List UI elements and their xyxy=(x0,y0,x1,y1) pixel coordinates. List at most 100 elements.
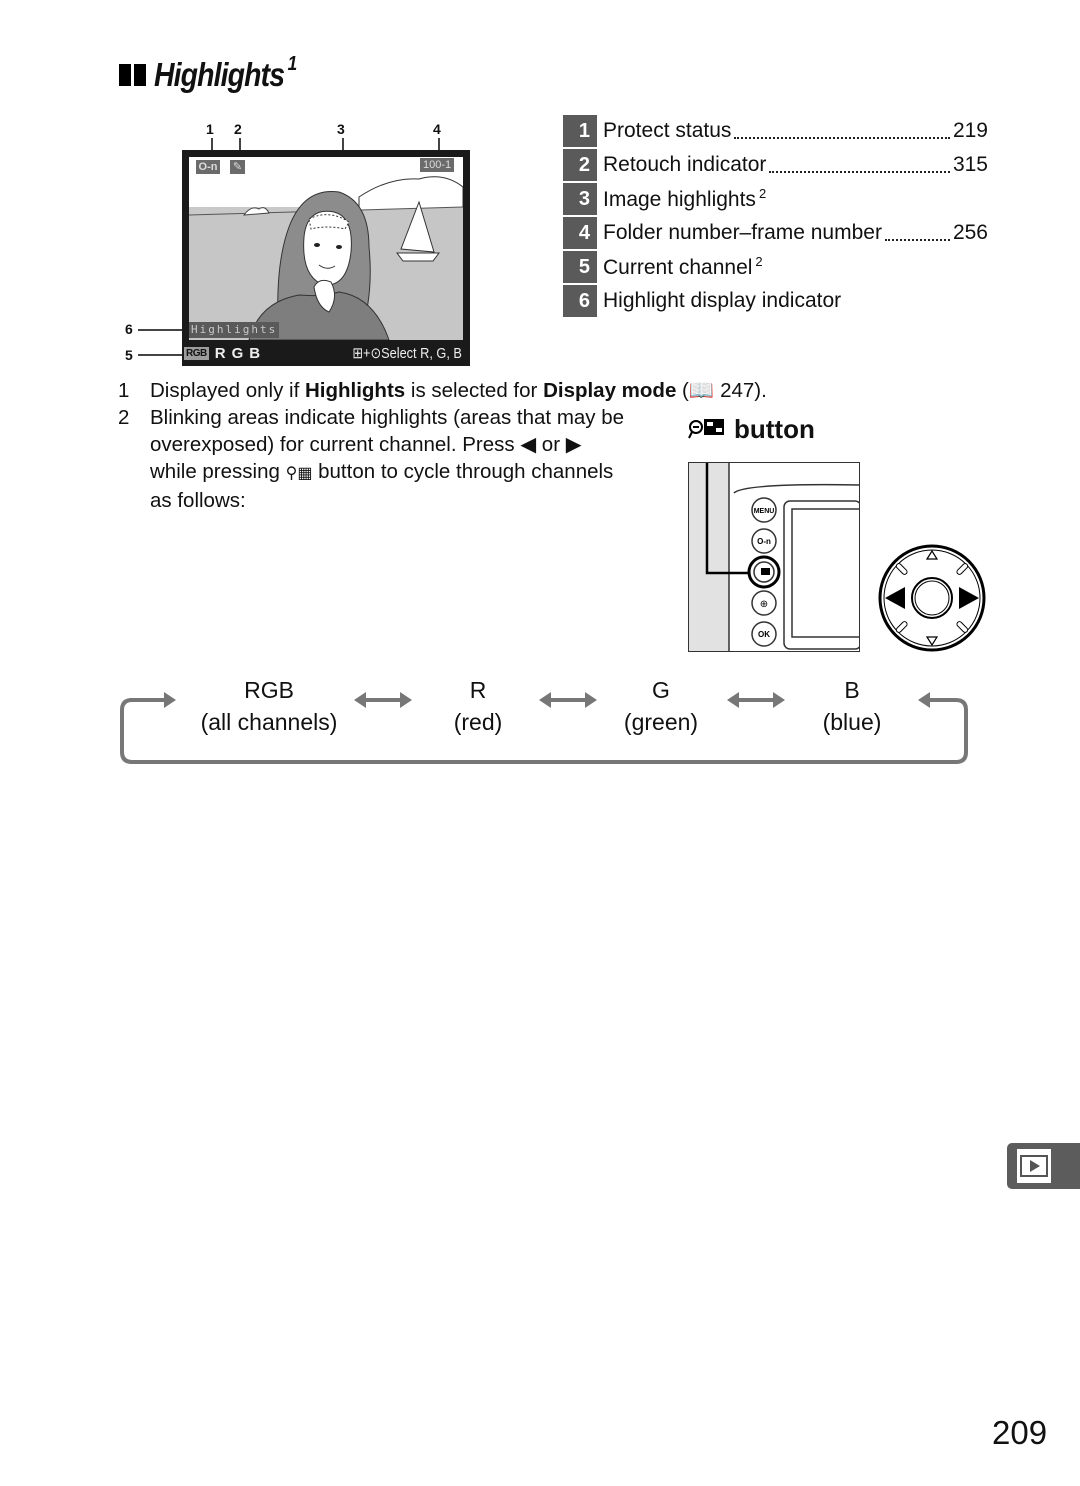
footnote-text: Displayed only if Highlights is selected… xyxy=(150,377,767,404)
playback-section-tab[interactable] xyxy=(1007,1143,1080,1189)
channel-b: B xyxy=(249,344,261,362)
legend-item: 2 Retouch indicator 315 xyxy=(563,148,988,182)
channel-red: R (red) xyxy=(428,674,528,738)
current-channel-chip: RGB xyxy=(184,346,209,360)
legend-footnote-ref: 2 xyxy=(755,254,763,269)
zoom-out-thumbnail-icon: ⚲▦ xyxy=(285,465,313,482)
text: button to cycle through channels xyxy=(312,460,614,483)
section-title: Highlights 1 xyxy=(119,53,319,94)
text: is selected for xyxy=(405,379,544,402)
legend-page-ref[interactable]: 219 xyxy=(953,119,988,143)
section-bars-icon xyxy=(119,64,146,86)
legend-number: 5 xyxy=(563,251,597,283)
text-line: as follows: xyxy=(150,489,246,512)
right-arrow-icon: ▶ xyxy=(565,433,582,456)
svg-text:OK: OK xyxy=(758,630,770,639)
channel-desc: (green) xyxy=(623,709,699,735)
legend-number: 4 xyxy=(563,217,597,249)
channel-desc: (all channels) xyxy=(200,709,338,735)
bold-term: Display mode xyxy=(543,379,677,402)
legend-number: 1 xyxy=(563,115,597,147)
title-footnote-ref: 1 xyxy=(287,53,298,75)
callout-2: 2 xyxy=(234,121,242,137)
svg-text:⊕: ⊕ xyxy=(760,599,768,610)
legend-label: Protect status xyxy=(603,119,731,143)
legend-label: Folder number–frame number xyxy=(603,221,882,245)
legend-number: 3 xyxy=(563,183,597,215)
camera-back-illustration: MENU O-n ⊕ OK xyxy=(688,462,860,652)
button-heading-label: button xyxy=(734,414,815,444)
text: or xyxy=(536,433,566,456)
bold-term: Highlights xyxy=(304,379,406,402)
footnotes: 1 Displayed only if Highlights is select… xyxy=(118,377,767,514)
legend-item: 6 Highlight display indicator xyxy=(563,284,988,318)
legend-label-text: Image highlights xyxy=(603,188,756,211)
callout-4: 4 xyxy=(433,121,441,137)
title-label: Highlights xyxy=(154,56,285,93)
playback-screen: O-n ✎ 100-1 Highlights RGB R G B ⊞+⊙Sele… xyxy=(182,150,470,366)
section-title-text: Highlights 1 xyxy=(154,53,298,94)
callout-line-5 xyxy=(138,354,186,356)
callout-legend: 1 Protect status 219 2 Retouch indicator… xyxy=(563,114,988,318)
leader-dots xyxy=(734,137,950,139)
legend-label: Retouch indicator xyxy=(603,153,766,177)
callout-5: 5 xyxy=(125,347,133,363)
channel-bar: RGB R G B ⊞+⊙Select R, G, B xyxy=(182,340,470,366)
footnote-2: 2 Blinking areas indicate highlights (ar… xyxy=(118,404,767,514)
sample-photo xyxy=(189,157,463,340)
select-hint: ⊞+⊙Select R, G, B xyxy=(352,345,462,362)
legend-page-ref[interactable]: 256 xyxy=(953,221,988,245)
legend-item: 3 Image highlights 2 xyxy=(563,182,988,216)
footnote-number: 1 xyxy=(118,379,130,402)
legend-page-ref[interactable]: 315 xyxy=(953,153,988,177)
footnote-1: 1 Displayed only if Highlights is select… xyxy=(118,377,767,404)
zoom-out-thumbnail-icon xyxy=(688,418,724,438)
multi-selector-dpad xyxy=(877,543,987,653)
retouch-icon: ✎ xyxy=(230,160,245,174)
channel-code: R xyxy=(469,677,487,703)
legend-label: Highlight display indicator xyxy=(603,289,841,313)
highlight-display-indicator: Highlights xyxy=(189,322,280,338)
legend-item: 1 Protect status 219 xyxy=(563,114,988,148)
page-number: 209 xyxy=(992,1414,1048,1451)
legend-number: 6 xyxy=(563,285,597,317)
footnote-text: Blinking areas indicate highlights (area… xyxy=(150,404,670,514)
text-line: while pressing ⚲▦ button to cycle throug… xyxy=(150,458,670,487)
callout-3: 3 xyxy=(337,121,345,137)
legend-label-text: Current channel xyxy=(603,256,753,279)
text: Displayed only if xyxy=(150,379,305,402)
channel-rgb: RGB (all channels) xyxy=(184,674,354,738)
channel-g: G xyxy=(231,344,244,362)
legend-label-text: Folder number–frame number xyxy=(603,221,882,244)
callout-6: 6 xyxy=(125,321,133,337)
button-heading: button xyxy=(688,414,815,445)
text: while pressing xyxy=(150,460,286,483)
leader-dots xyxy=(769,171,950,173)
channel-green: G (green) xyxy=(611,674,711,738)
leader-dots xyxy=(884,239,950,241)
text-line: Blinking areas indicate highlights (area… xyxy=(150,406,625,429)
legend-label: Image highlights 2 xyxy=(603,186,766,212)
channel-desc: (red) xyxy=(453,709,503,735)
channel-desc: (blue) xyxy=(822,709,882,735)
channel-code: RGB xyxy=(244,677,294,703)
left-arrow-icon: ◀ xyxy=(520,433,537,456)
folder-frame-number: 100-1 xyxy=(420,158,455,172)
footnote-number: 2 xyxy=(118,406,130,429)
channel-blue: B (blue) xyxy=(802,674,902,738)
channel-code: B xyxy=(844,677,860,703)
text: overexposed) for current channel. Press xyxy=(150,433,521,456)
text-line: overexposed) for current channel. Press … xyxy=(150,431,670,458)
svg-text:O-n: O-n xyxy=(757,537,771,546)
protect-key-icon: O-n xyxy=(196,160,220,174)
page-ref-link[interactable]: (📖 247). xyxy=(676,379,767,402)
callout-1: 1 xyxy=(206,121,214,137)
legend-label-text: Protect status xyxy=(603,119,732,142)
legend-item: 5 Current channel 2 xyxy=(563,250,988,284)
playback-icon xyxy=(1017,1149,1051,1183)
legend-footnote-ref: 2 xyxy=(758,186,767,201)
channel-cycle-diagram: RGB (all channels) R (red) G (green) B (… xyxy=(118,672,970,768)
legend-label-text: Highlight display indicator xyxy=(603,289,842,312)
legend-number: 2 xyxy=(563,149,597,181)
svg-text:MENU: MENU xyxy=(754,508,775,515)
